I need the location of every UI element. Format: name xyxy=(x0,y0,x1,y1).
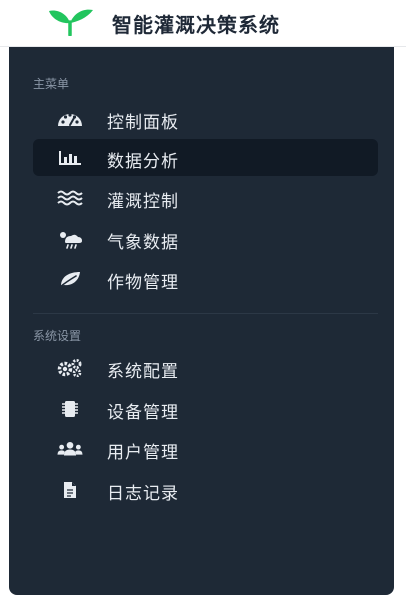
sidebar-item-device-management[interactable]: 设备管理 xyxy=(33,390,378,427)
sidebar-item-label: 气象数据 xyxy=(107,233,179,253)
sidebar-item-data-analysis[interactable]: 数据分析 xyxy=(33,139,378,176)
header: 智能灌溉决策系统 xyxy=(0,0,406,47)
sprout-icon xyxy=(49,9,93,36)
sidebar-item-label: 控制面板 xyxy=(107,113,179,133)
app: 智能灌溉决策系统 主菜单 控制面板 数据分析 灌溉控制 气象数据 作物管理 系统… xyxy=(0,0,406,603)
sidebar-item-label: 设备管理 xyxy=(107,403,179,423)
leaf-icon xyxy=(57,268,83,290)
section-label-main: 主菜单 xyxy=(33,77,70,91)
sidebar-item-weather-data[interactable]: 气象数据 xyxy=(33,220,378,257)
users-icon xyxy=(57,438,83,460)
microchip-icon xyxy=(57,398,83,420)
dashboard-icon xyxy=(57,108,83,130)
sidebar-item-label: 灌溉控制 xyxy=(107,192,179,212)
app-title: 智能灌溉决策系统 xyxy=(112,13,280,37)
sidebar-item-irrigation-control[interactable]: 灌溉控制 xyxy=(33,179,378,216)
water-waves-icon xyxy=(57,187,83,209)
sidebar-item-system-config[interactable]: 系统配置 xyxy=(33,349,378,386)
sidebar-item-log-records[interactable]: 日志记录 xyxy=(33,471,378,508)
cogs-icon xyxy=(57,357,83,379)
file-icon xyxy=(57,479,83,501)
bar-chart-icon xyxy=(57,147,83,169)
sidebar-item-label: 数据分析 xyxy=(107,152,179,172)
sidebar-item-user-management[interactable]: 用户管理 xyxy=(33,430,378,467)
sidebar-item-crop-management[interactable]: 作物管理 xyxy=(33,260,378,297)
sidebar-item-label: 系统配置 xyxy=(107,362,179,382)
sidebar-item-label: 日志记录 xyxy=(107,484,179,504)
section-label-settings: 系统设置 xyxy=(33,329,82,343)
cloud-rain-icon xyxy=(57,228,83,250)
sidebar-item-dashboard[interactable]: 控制面板 xyxy=(33,100,378,137)
section-divider xyxy=(33,313,378,314)
sidebar-item-label: 作物管理 xyxy=(107,273,179,293)
sidebar-item-label: 用户管理 xyxy=(107,443,179,463)
sidebar: 主菜单 控制面板 数据分析 灌溉控制 气象数据 作物管理 系统设置 系统配置 设… xyxy=(9,47,394,595)
